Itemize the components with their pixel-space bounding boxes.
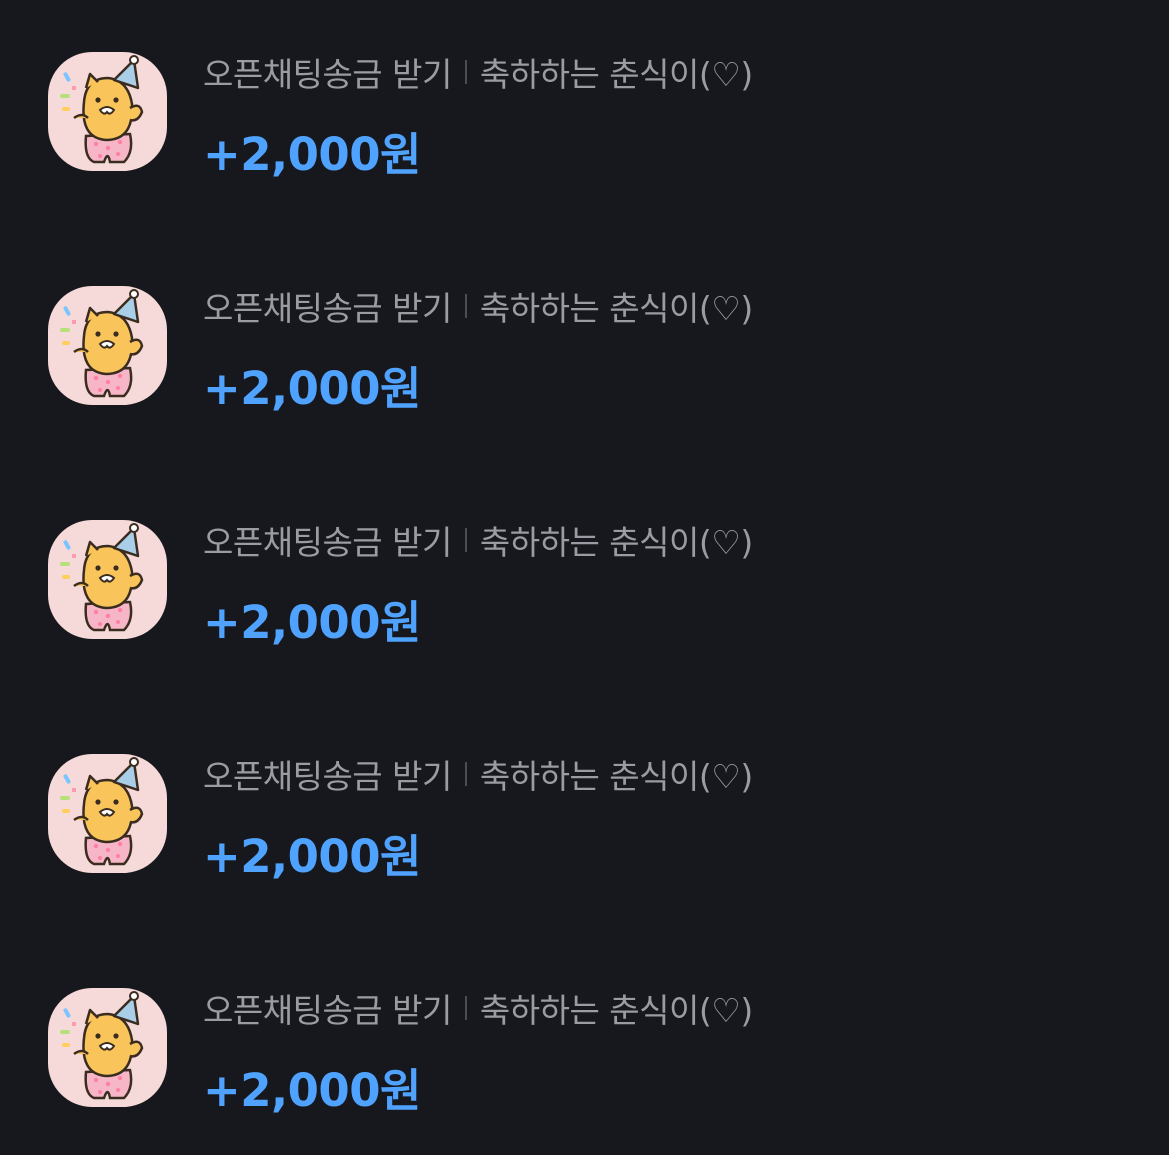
transaction-item[interactable]: 오픈채팅송금 받기 축하하는 춘식이(♡) +2,000원 xyxy=(0,520,1169,680)
transaction-item[interactable]: 오픈채팅송금 받기 축하하는 춘식이(♡) +2,000원 xyxy=(0,286,1169,446)
transaction-memo: 축하하는 춘식이(♡) xyxy=(479,991,753,1030)
transaction-category: 오픈채팅송금 받기 xyxy=(203,55,452,94)
transaction-amount: +2,000원 xyxy=(203,830,421,883)
transaction-list: 오픈채팅송금 받기 축하하는 춘식이(♡) +2,000원 오픈채팅송금 받기 … xyxy=(0,0,1169,1155)
transaction-memo: 축하하는 춘식이(♡) xyxy=(479,289,753,328)
transaction-title: 오픈채팅송금 받기 축하하는 춘식이(♡) xyxy=(203,520,753,562)
choonsik-party-hat-icon xyxy=(48,286,167,405)
transaction-item[interactable]: 오픈채팅송금 받기 축하하는 춘식이(♡) +2,000원 xyxy=(0,52,1169,212)
divider xyxy=(464,996,467,1020)
transaction-title: 오픈채팅송금 받기 축하하는 춘식이(♡) xyxy=(203,988,753,1030)
transaction-amount: +2,000원 xyxy=(203,1064,421,1117)
transaction-title: 오픈채팅송금 받기 축하하는 춘식이(♡) xyxy=(203,52,753,94)
transaction-amount: +2,000원 xyxy=(203,128,421,181)
transaction-category: 오픈채팅송금 받기 xyxy=(203,289,452,328)
transaction-category: 오픈채팅송금 받기 xyxy=(203,991,452,1030)
divider xyxy=(464,60,467,84)
transaction-amount: +2,000원 xyxy=(203,362,421,415)
choonsik-party-hat-icon xyxy=(48,52,167,171)
transaction-title: 오픈채팅송금 받기 축하하는 춘식이(♡) xyxy=(203,286,753,328)
transaction-memo: 축하하는 춘식이(♡) xyxy=(479,523,753,562)
divider xyxy=(464,294,467,318)
transaction-memo: 축하하는 춘식이(♡) xyxy=(479,757,753,796)
transaction-title: 오픈채팅송금 받기 축하하는 춘식이(♡) xyxy=(203,754,753,796)
choonsik-party-hat-icon xyxy=(48,988,167,1107)
divider xyxy=(464,528,467,552)
transaction-category: 오픈채팅송금 받기 xyxy=(203,523,452,562)
transaction-category: 오픈채팅송금 받기 xyxy=(203,757,452,796)
transaction-memo: 축하하는 춘식이(♡) xyxy=(479,55,753,94)
transaction-item[interactable]: 오픈채팅송금 받기 축하하는 춘식이(♡) +2,000원 xyxy=(0,754,1169,914)
transaction-amount: +2,000원 xyxy=(203,596,421,649)
choonsik-party-hat-icon xyxy=(48,520,167,639)
divider xyxy=(464,762,467,786)
choonsik-party-hat-icon xyxy=(48,754,167,873)
transaction-item[interactable]: 오픈채팅송금 받기 축하하는 춘식이(♡) +2,000원 xyxy=(0,988,1169,1148)
